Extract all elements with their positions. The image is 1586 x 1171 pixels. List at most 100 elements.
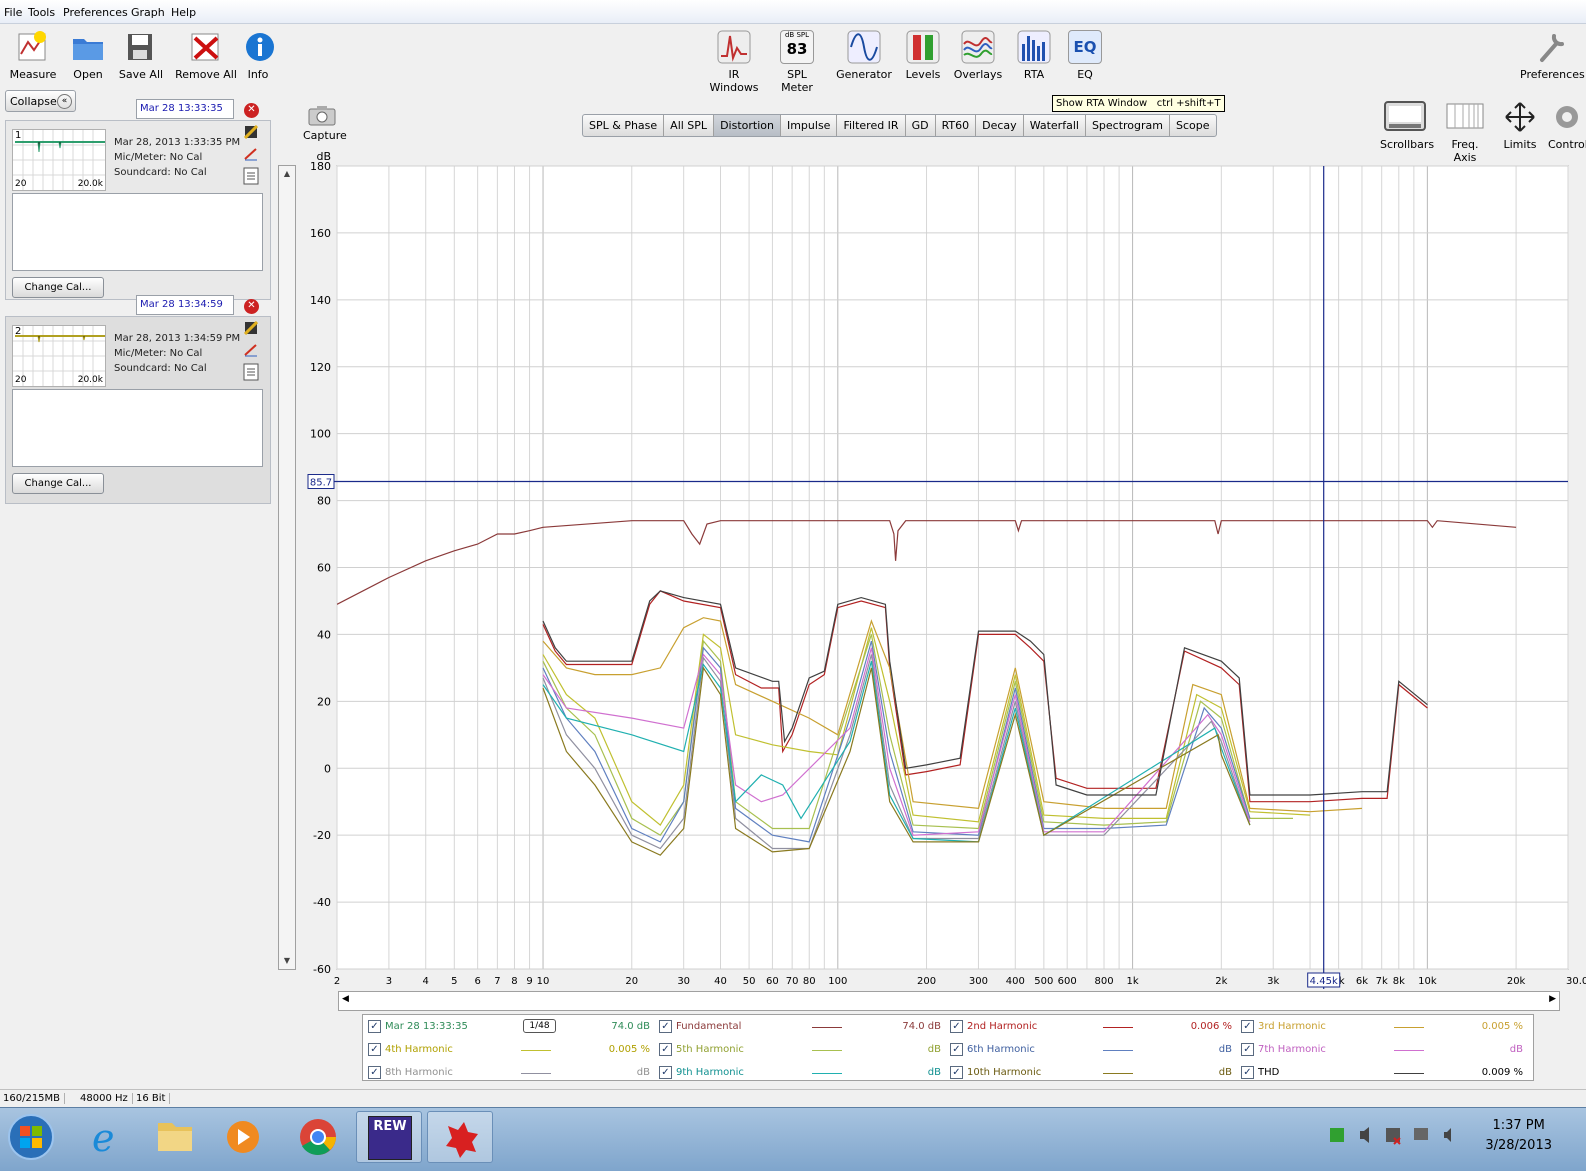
x-tick-label: 40	[714, 976, 727, 987]
x-tick-label: 7	[494, 976, 500, 987]
clock-time: 1:37 PM	[1492, 1118, 1545, 1133]
x-tick-label: 20k	[1507, 976, 1526, 987]
legend-value: 0.006 %	[1190, 1021, 1232, 1032]
legend-line-swatch	[812, 1027, 842, 1028]
legend-line-swatch	[1394, 1050, 1424, 1051]
legend-checkbox[interactable]: ✓	[1241, 1043, 1254, 1056]
legend-value: 0.009 %	[1481, 1067, 1523, 1078]
legend-value: dB	[1218, 1067, 1232, 1078]
x-tick-label: 200	[917, 976, 936, 987]
x-tick-label: 600	[1058, 976, 1077, 987]
y-tick-label: -60	[313, 963, 331, 976]
x-tick-label: 3	[386, 976, 392, 987]
svg-text:e: e	[92, 1116, 115, 1160]
y-tick-label: -20	[313, 829, 331, 842]
legend-item[interactable]: ✓ 8th Harmonic dB	[368, 1063, 650, 1083]
legend-checkbox[interactable]: ✓	[659, 1043, 672, 1056]
legend-line-swatch	[812, 1050, 842, 1051]
windows-logo-icon	[8, 1114, 54, 1160]
x-tick-label: 3k	[1267, 976, 1279, 987]
legend-line-swatch	[521, 1073, 551, 1074]
y-tick-label: 20	[317, 695, 331, 708]
legend-line-swatch	[1103, 1027, 1133, 1028]
legend-item[interactable]: ✓ 10th Harmonic dB	[950, 1063, 1232, 1083]
scroll-left-arrow-icon[interactable]: ◀	[342, 994, 349, 1004]
legend-item[interactable]: ✓ 5th Harmonic dB	[659, 1040, 941, 1060]
y-tick-label: 120	[310, 361, 331, 374]
y-tick-label: -40	[313, 896, 331, 909]
x-tick-label: 400	[1006, 976, 1025, 987]
x-tick-label: 2k	[1215, 976, 1227, 987]
legend-item[interactable]: ✓ 4th Harmonic 0.005 %	[368, 1040, 650, 1060]
x-tick-label: 10k	[1418, 976, 1437, 987]
legend-value: dB	[927, 1044, 941, 1055]
distortion-graph[interactable]: 180160140120100806040200-20-40-602 3 4 5 6 7 8…	[0, 0, 1586, 1000]
y-tick-label: 40	[317, 628, 331, 641]
legend-item[interactable]: ✓ 2nd Harmonic 0.006 %	[950, 1017, 1232, 1037]
legend-line-swatch	[1394, 1073, 1424, 1074]
cursor-x-readout: 4.45k	[1310, 976, 1338, 987]
legend-item[interactable]: ✓ Mar 28 13:33:35 1/48 74.0 dB	[368, 1017, 650, 1037]
smoothing-badge[interactable]: 1/48	[523, 1019, 556, 1033]
legend-line-swatch	[1394, 1027, 1424, 1028]
y-tick-label: 80	[317, 495, 331, 508]
taskbar-rew[interactable]: REW	[356, 1111, 422, 1163]
legend-item[interactable]: ✓ 6th Harmonic dB	[950, 1040, 1232, 1060]
legend-value: dB	[1509, 1044, 1523, 1055]
legend-checkbox[interactable]: ✓	[950, 1020, 963, 1033]
legend-item[interactable]: ✓ 3rd Harmonic 0.005 %	[1241, 1017, 1523, 1037]
system-clock[interactable]: 1:37 PM 3/28/2013	[1485, 1116, 1552, 1156]
x-tick-label: 6	[474, 976, 480, 987]
legend-line-swatch	[1103, 1050, 1133, 1051]
legend-checkbox[interactable]: ✓	[1241, 1066, 1254, 1079]
x-tick-label: 10	[537, 976, 550, 987]
x-tick-label: 6k	[1356, 976, 1368, 987]
scroll-right-arrow-icon[interactable]: ▶	[1549, 994, 1556, 1004]
legend-value: dB	[927, 1067, 941, 1078]
x-tick-label: 800	[1094, 976, 1113, 987]
legend-item[interactable]: ✓ Fundamental 74.0 dB	[659, 1017, 941, 1037]
legend-line-swatch	[812, 1073, 842, 1074]
legend-checkbox[interactable]: ✓	[368, 1020, 381, 1033]
legend-value: 74.0 dB	[611, 1021, 650, 1032]
legend-checkbox[interactable]: ✓	[659, 1066, 672, 1079]
x-tick-label: 30.0k	[1566, 976, 1586, 987]
legend-trace-name: 9th Harmonic	[676, 1067, 744, 1078]
x-tick-label: 80	[803, 976, 816, 987]
x-tick-label: 30	[677, 976, 690, 987]
legend-trace-name: 10th Harmonic	[967, 1067, 1042, 1078]
legend-value: 74.0 dB	[902, 1021, 941, 1032]
taskbar-game[interactable]	[427, 1111, 493, 1163]
legend-line-swatch	[1103, 1073, 1133, 1074]
taskbar-internet-explorer[interactable]: e	[72, 1111, 138, 1163]
legend-checkbox[interactable]: ✓	[950, 1066, 963, 1079]
legend-item[interactable]: ✓ 9th Harmonic dB	[659, 1063, 941, 1083]
x-tick-label: 100	[828, 976, 847, 987]
folder-icon	[158, 1123, 192, 1151]
legend-item[interactable]: ✓ 7th Harmonic dB	[1241, 1040, 1523, 1060]
legend-value: dB	[636, 1067, 650, 1078]
taskbar-file-explorer[interactable]	[142, 1111, 208, 1163]
legend-checkbox[interactable]: ✓	[659, 1020, 672, 1033]
legend-checkbox[interactable]: ✓	[950, 1043, 963, 1056]
taskbar-media-player[interactable]	[210, 1111, 276, 1163]
legend-trace-name: Mar 28 13:33:35	[385, 1021, 468, 1032]
legend-trace-name: 2nd Harmonic	[967, 1021, 1038, 1032]
legend-trace-name: THD	[1258, 1067, 1280, 1078]
legend-checkbox[interactable]: ✓	[1241, 1020, 1254, 1033]
start-button[interactable]	[5, 1111, 57, 1163]
internet-explorer-icon: e	[92, 1116, 115, 1160]
cursor-y-readout: 85.7	[310, 478, 332, 489]
taskbar-chrome[interactable]	[285, 1111, 351, 1163]
horizontal-scrollbar[interactable]: ◀ ▶	[338, 991, 1560, 1011]
legend-trace-name: 6th Harmonic	[967, 1044, 1035, 1055]
tray-icons	[1330, 1127, 1451, 1145]
x-tick-label: 9	[526, 976, 532, 987]
legend-trace-name: 4th Harmonic	[385, 1044, 453, 1055]
legend-checkbox[interactable]: ✓	[368, 1066, 381, 1079]
legend-checkbox[interactable]: ✓	[368, 1043, 381, 1056]
chrome-icon	[300, 1119, 336, 1155]
legend-trace-name: Fundamental	[676, 1021, 742, 1032]
legend-item[interactable]: ✓ THD 0.009 %	[1241, 1063, 1523, 1083]
x-tick-label: 20	[625, 976, 638, 987]
